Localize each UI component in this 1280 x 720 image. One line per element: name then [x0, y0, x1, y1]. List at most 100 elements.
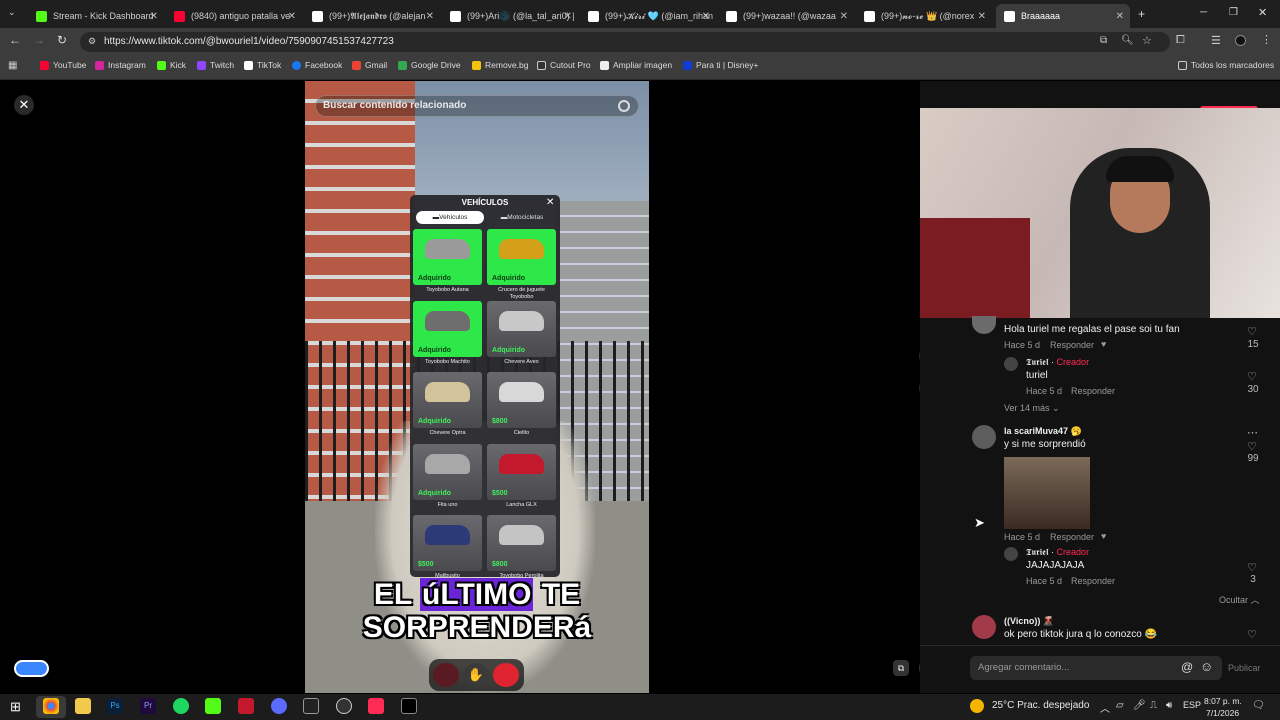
- bookmark-gmail[interactable]: Gmail: [352, 60, 387, 70]
- tab-active[interactable]: Braaaaaa ✕: [996, 4, 1130, 28]
- comment-author[interactable]: la scariMuva47 🥱: [1004, 426, 1082, 437]
- kick-icon[interactable]: [205, 698, 221, 714]
- more-options-icon[interactable]: ⋯: [1247, 426, 1258, 439]
- tiktok-icon[interactable]: [401, 698, 417, 714]
- file-explorer-icon[interactable]: [75, 698, 91, 714]
- like-icon[interactable]: ♡: [1247, 628, 1257, 641]
- tab-tiktok-1[interactable]: (99+)𝕬𝖑𝖊𝖏𝖆𝖓𝖉𝖗𝖔 (@alejan ✕: [304, 4, 440, 28]
- comment-author[interactable]: 𝕿𝖚𝖗𝖎𝖊𝖑 · Creador: [1026, 357, 1089, 368]
- like-icon[interactable]: ♡: [1247, 325, 1257, 338]
- bookmark-disney[interactable]: Para ti | Disney+: [683, 60, 758, 70]
- avatar[interactable]: [972, 615, 996, 639]
- zoom-icon[interactable]: 🔍︎: [1121, 35, 1134, 46]
- tray-chevron-icon[interactable]: ︿: [1100, 700, 1110, 715]
- bookmark-facebook[interactable]: Facebook: [292, 60, 342, 70]
- comment-author[interactable]: ((Vicno)) 🌋: [1004, 616, 1054, 627]
- bookmark-cutout-pro[interactable]: Cutout Pro: [537, 60, 591, 70]
- discord-icon[interactable]: [271, 698, 287, 714]
- premiere-icon[interactable]: Pr: [140, 698, 156, 714]
- clock-time[interactable]: 8:07 p. m.: [1204, 696, 1242, 706]
- chrome-icon[interactable]: [43, 698, 59, 714]
- new-tab-button[interactable]: +: [1138, 7, 1145, 21]
- extension-toggle[interactable]: [14, 660, 49, 677]
- language-indicator[interactable]: ESP: [1183, 700, 1201, 710]
- bookmark-star-icon[interactable]: ☆: [1142, 34, 1152, 47]
- spotify-icon[interactable]: [173, 698, 189, 714]
- forward-icon[interactable]: →: [33, 33, 45, 47]
- extensions-icon[interactable]: ⧠: [1176, 34, 1185, 47]
- tab-tiktok-2[interactable]: (99+)Ari🌑 (@la_tal_ari0) | ✕: [442, 4, 578, 28]
- bookmark-instagram[interactable]: Instagram: [95, 60, 146, 70]
- close-icon[interactable]: ✕: [702, 11, 710, 22]
- clock-date[interactable]: 7/1/2026: [1206, 708, 1239, 718]
- windows-start-icon[interactable]: ⊞: [10, 699, 21, 715]
- notifications-icon[interactable]: 🗨︎: [1252, 700, 1265, 711]
- tab-tiktok-5[interactable]: (99+)𝓷𝓸-𝓻𝓮 👑 (@norex ✕: [856, 4, 992, 28]
- tab-list-icon[interactable]: ⌄: [8, 7, 16, 18]
- weather-icon[interactable]: [970, 699, 984, 713]
- avatar[interactable]: [972, 425, 996, 449]
- menu-icon[interactable]: ⋮: [1261, 33, 1272, 46]
- close-icon[interactable]: ✕: [840, 11, 848, 22]
- comment-image[interactable]: [1004, 457, 1090, 529]
- bookmark-tiktok[interactable]: TikTok: [244, 60, 281, 70]
- url-text[interactable]: https://www.tiktok.com/@bwouriel1/video/…: [104, 36, 394, 47]
- minimize-icon[interactable]: ─: [1200, 7, 1207, 18]
- publish-button[interactable]: Publicar: [1228, 663, 1261, 673]
- bookmark-ampliar-imagen[interactable]: Ampliar imagen: [600, 60, 672, 70]
- close-icon[interactable]: ✕: [978, 11, 986, 22]
- bookmark-removebg[interactable]: Remove.bg: [472, 60, 528, 70]
- hide-replies[interactable]: Ocultar ︿: [1219, 593, 1260, 606]
- tab-youtube[interactable]: (9840) antiguo patalla ve ✕: [166, 4, 302, 28]
- obs-icon[interactable]: [336, 698, 352, 714]
- wifi-icon[interactable]: ▱: [1116, 700, 1124, 711]
- photoshop-icon[interactable]: Ps: [107, 698, 123, 714]
- view-more-replies[interactable]: Ver 14 más ⌄: [1004, 403, 1060, 414]
- back-icon[interactable]: ←: [9, 33, 21, 47]
- install-icon[interactable]: ⧉: [1100, 35, 1107, 46]
- reply-button[interactable]: Responder: [1071, 576, 1115, 586]
- network-icon[interactable]: ⎍: [1150, 700, 1157, 711]
- emoji-icon[interactable]: ☺: [1200, 659, 1213, 674]
- capcut-icon[interactable]: [368, 698, 384, 714]
- reload-icon[interactable]: ↻: [57, 33, 67, 47]
- reply-button[interactable]: Responder: [1050, 532, 1094, 542]
- avatar[interactable]: [1004, 547, 1018, 561]
- like-icon[interactable]: ♡: [1247, 561, 1257, 574]
- reply-button[interactable]: Responder: [1071, 386, 1115, 396]
- close-icon[interactable]: ✕: [426, 11, 434, 22]
- tab-tiktok-4[interactable]: (99+)wazaa!! (@wazaa ✕: [718, 4, 854, 28]
- close-video-button[interactable]: ✕: [14, 95, 34, 115]
- weather-text[interactable]: 25°C Prac. despejado: [992, 700, 1089, 711]
- close-icon[interactable]: ✕: [288, 11, 296, 22]
- like-icon[interactable]: ♡: [1247, 370, 1257, 383]
- bookmark-kick[interactable]: Kick: [157, 60, 186, 70]
- pip-icon[interactable]: ⧉: [893, 660, 909, 676]
- apps-icon[interactable]: ▦: [8, 60, 17, 71]
- app-icon-red[interactable]: [238, 698, 254, 714]
- close-icon[interactable]: ✕: [564, 11, 572, 22]
- close-icon[interactable]: ✕: [150, 11, 158, 22]
- tab-kick[interactable]: Stream - Kick Dashboard ✕: [28, 4, 164, 28]
- mic-icon[interactable]: 🎤︎: [1133, 700, 1146, 711]
- audio-app-icon[interactable]: [303, 698, 319, 714]
- profile-avatar[interactable]: [1235, 35, 1246, 46]
- tab-tiktok-3[interactable]: (99+)𝓚𝓲𝓻𝓲 🩵 (@iam_rihan ✕: [580, 4, 716, 28]
- mention-icon[interactable]: @: [1181, 660, 1193, 674]
- search-icon[interactable]: [618, 100, 630, 112]
- maximize-icon[interactable]: ❐: [1229, 7, 1238, 18]
- like-icon[interactable]: ♡: [1247, 440, 1257, 453]
- bookmark-youtube[interactable]: YouTube: [40, 60, 86, 70]
- all-bookmarks[interactable]: Todos los marcadores: [1178, 60, 1274, 70]
- site-settings-icon[interactable]: ⚙: [88, 36, 96, 47]
- reply-button[interactable]: Responder: [1050, 340, 1094, 350]
- speaker-icon[interactable]: 🔊︎: [1166, 700, 1172, 711]
- video-player[interactable]: Buscar contenido relacionado VEHÍCULOS ✕…: [305, 81, 649, 693]
- media-icon[interactable]: ☰: [1211, 34, 1221, 47]
- close-icon[interactable]: ✕: [1116, 11, 1124, 22]
- close-window-icon[interactable]: ✕: [1258, 6, 1267, 19]
- avatar[interactable]: [1004, 357, 1018, 371]
- bookmark-twitch[interactable]: Twitch: [197, 60, 234, 70]
- bookmark-google-drive[interactable]: Google Drive: [398, 60, 461, 70]
- comment-author[interactable]: 𝕿𝖚𝖗𝖎𝖊𝖑 · Creador: [1026, 547, 1089, 558]
